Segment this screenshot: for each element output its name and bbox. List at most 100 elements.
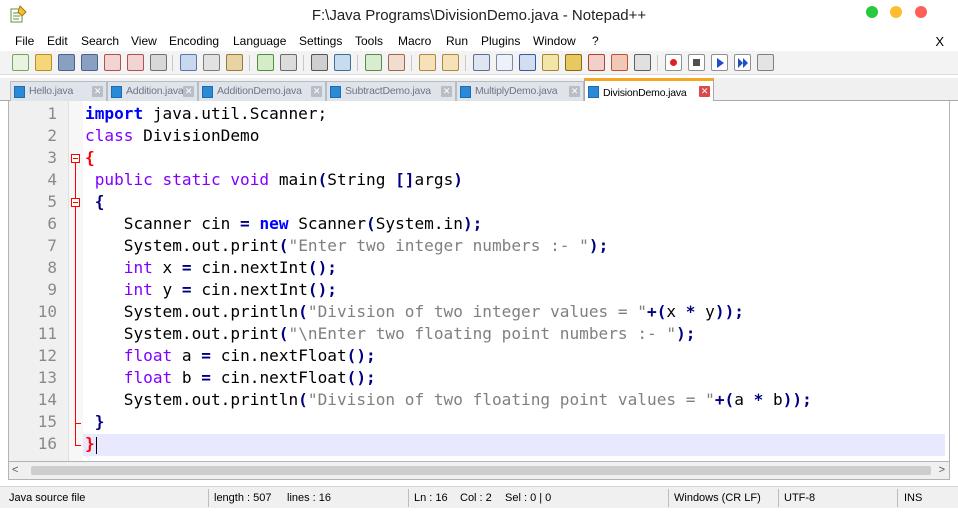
status-length: length : 507: [214, 492, 272, 504]
undo-icon[interactable]: [257, 54, 274, 71]
menu-help[interactable]: ?: [592, 34, 599, 48]
minimize-button[interactable]: [890, 6, 902, 18]
copy-icon[interactable]: [203, 54, 220, 71]
stop-macro-icon[interactable]: [688, 54, 705, 71]
save-macro-icon[interactable]: [757, 54, 774, 71]
code-token: "Division of two floating point values =…: [307, 390, 715, 409]
all-chars-icon[interactable]: [496, 54, 513, 71]
menu-settings[interactable]: Settings: [299, 34, 342, 48]
toolbar-separator: [172, 55, 173, 71]
record-macro-icon[interactable]: [665, 54, 682, 71]
code-line-16: }: [85, 434, 95, 453]
code-token: System.out.println: [85, 390, 299, 409]
tab-additiondemo-java[interactable]: AdditionDemo.java ✕: [198, 81, 326, 101]
tab-divisiondemo-java[interactable]: DivisionDemo.java ✕: [584, 78, 714, 101]
sync-v-icon[interactable]: [419, 54, 436, 71]
word-wrap-icon[interactable]: [473, 54, 490, 71]
scrollbar-thumb[interactable]: [31, 466, 931, 475]
cut-icon[interactable]: [180, 54, 197, 71]
file-icon: [330, 86, 341, 98]
menu-file[interactable]: File: [15, 34, 34, 48]
tab-close-icon[interactable]: ✕: [92, 86, 103, 97]
replace-icon[interactable]: [334, 54, 351, 71]
tab-close-icon[interactable]: ✕: [569, 86, 580, 97]
current-line-highlight: [83, 434, 945, 456]
print-icon[interactable]: [150, 54, 167, 71]
open-file-icon[interactable]: [35, 54, 52, 71]
line-number: 4: [47, 170, 57, 189]
code-token: System.in: [375, 214, 463, 233]
code-editor[interactable]: 1 2 3 4 5 6 7 8 9 10 11 12 13 14 15 16 i…: [8, 101, 950, 461]
code-token: public static void: [94, 170, 270, 189]
close-all-icon[interactable]: [127, 54, 144, 71]
tab-label: Hello.java: [29, 85, 74, 97]
code-token: DivisionDemo: [133, 126, 260, 145]
line-number: 6: [47, 214, 57, 233]
toolbar-separator: [411, 55, 412, 71]
menu-macro[interactable]: Macro: [398, 34, 431, 48]
find-icon[interactable]: [311, 54, 328, 71]
doc-map-icon[interactable]: [565, 54, 582, 71]
status-separator: [668, 489, 669, 507]
save-icon[interactable]: [58, 54, 75, 71]
redo-icon[interactable]: [280, 54, 297, 71]
fold-toggle-icon[interactable]: [71, 154, 80, 163]
tab-close-icon[interactable]: ✕: [183, 86, 194, 97]
code-token: ));: [714, 302, 744, 321]
line-number: 13: [37, 368, 57, 387]
tab-close-icon[interactable]: ✕: [441, 86, 452, 97]
run-macro-multiple-icon[interactable]: [734, 54, 751, 71]
code-token: java.util.Scanner;: [143, 104, 328, 123]
scroll-right-icon[interactable]: >: [939, 464, 945, 476]
menu-edit[interactable]: Edit: [47, 34, 68, 48]
code-token: =: [201, 368, 211, 387]
fold-toggle-icon[interactable]: [71, 198, 80, 207]
folder-workspace-icon[interactable]: [611, 54, 628, 71]
code-token: String: [327, 170, 396, 189]
close-document-button[interactable]: X: [935, 34, 944, 49]
sync-h-icon[interactable]: [442, 54, 459, 71]
code-token: a: [734, 390, 754, 409]
paste-icon[interactable]: [226, 54, 243, 71]
code-token: x: [666, 302, 686, 321]
close-window-button[interactable]: [915, 6, 927, 18]
tab-addition-java[interactable]: Addition.java ✕: [107, 81, 198, 101]
zoom-in-icon[interactable]: [365, 54, 382, 71]
save-all-icon[interactable]: [81, 54, 98, 71]
scroll-left-icon[interactable]: <: [12, 464, 18, 476]
menu-window[interactable]: Window: [533, 34, 576, 48]
close-icon[interactable]: [104, 54, 121, 71]
window-title: F:\Java Programs\DivisionDemo.java - Not…: [311, 7, 647, 24]
tab-close-icon[interactable]: ✕: [311, 86, 322, 97]
tab-close-icon[interactable]: ✕: [699, 86, 710, 97]
toolbar-separator: [357, 55, 358, 71]
code-token: );: [588, 236, 609, 255]
udl-icon[interactable]: [542, 54, 559, 71]
menu-search[interactable]: Search: [81, 34, 119, 48]
status-column: Col : 2: [460, 492, 492, 504]
code-line-15: }: [85, 412, 105, 431]
horizontal-scrollbar[interactable]: < >: [8, 461, 950, 480]
menu-tools[interactable]: Tools: [355, 34, 383, 48]
code-token: (: [298, 302, 308, 321]
menu-encoding[interactable]: Encoding: [169, 34, 219, 48]
tab-hello-java[interactable]: Hello.java ✕: [10, 81, 107, 101]
code-token: +(: [714, 390, 735, 409]
play-macro-icon[interactable]: [711, 54, 728, 71]
code-token: =: [240, 214, 250, 233]
function-list-icon[interactable]: [588, 54, 605, 71]
maximize-button[interactable]: [866, 6, 878, 18]
new-file-icon[interactable]: [12, 54, 29, 71]
tab-subtractdemo-java[interactable]: SubtractDemo.java ✕: [326, 81, 456, 101]
monitor-icon[interactable]: [634, 54, 651, 71]
zoom-out-icon[interactable]: [388, 54, 405, 71]
toolbar-separator: [249, 55, 250, 71]
code-token: (: [278, 236, 289, 255]
code-token: =: [181, 280, 192, 299]
menu-plugins[interactable]: Plugins: [481, 34, 520, 48]
menu-view[interactable]: View: [131, 34, 157, 48]
menu-run[interactable]: Run: [446, 34, 468, 48]
menu-language[interactable]: Language: [233, 34, 286, 48]
tab-multiplydemo-java[interactable]: MultiplyDemo.java ✕: [456, 81, 584, 101]
indent-guide-icon[interactable]: [519, 54, 536, 71]
